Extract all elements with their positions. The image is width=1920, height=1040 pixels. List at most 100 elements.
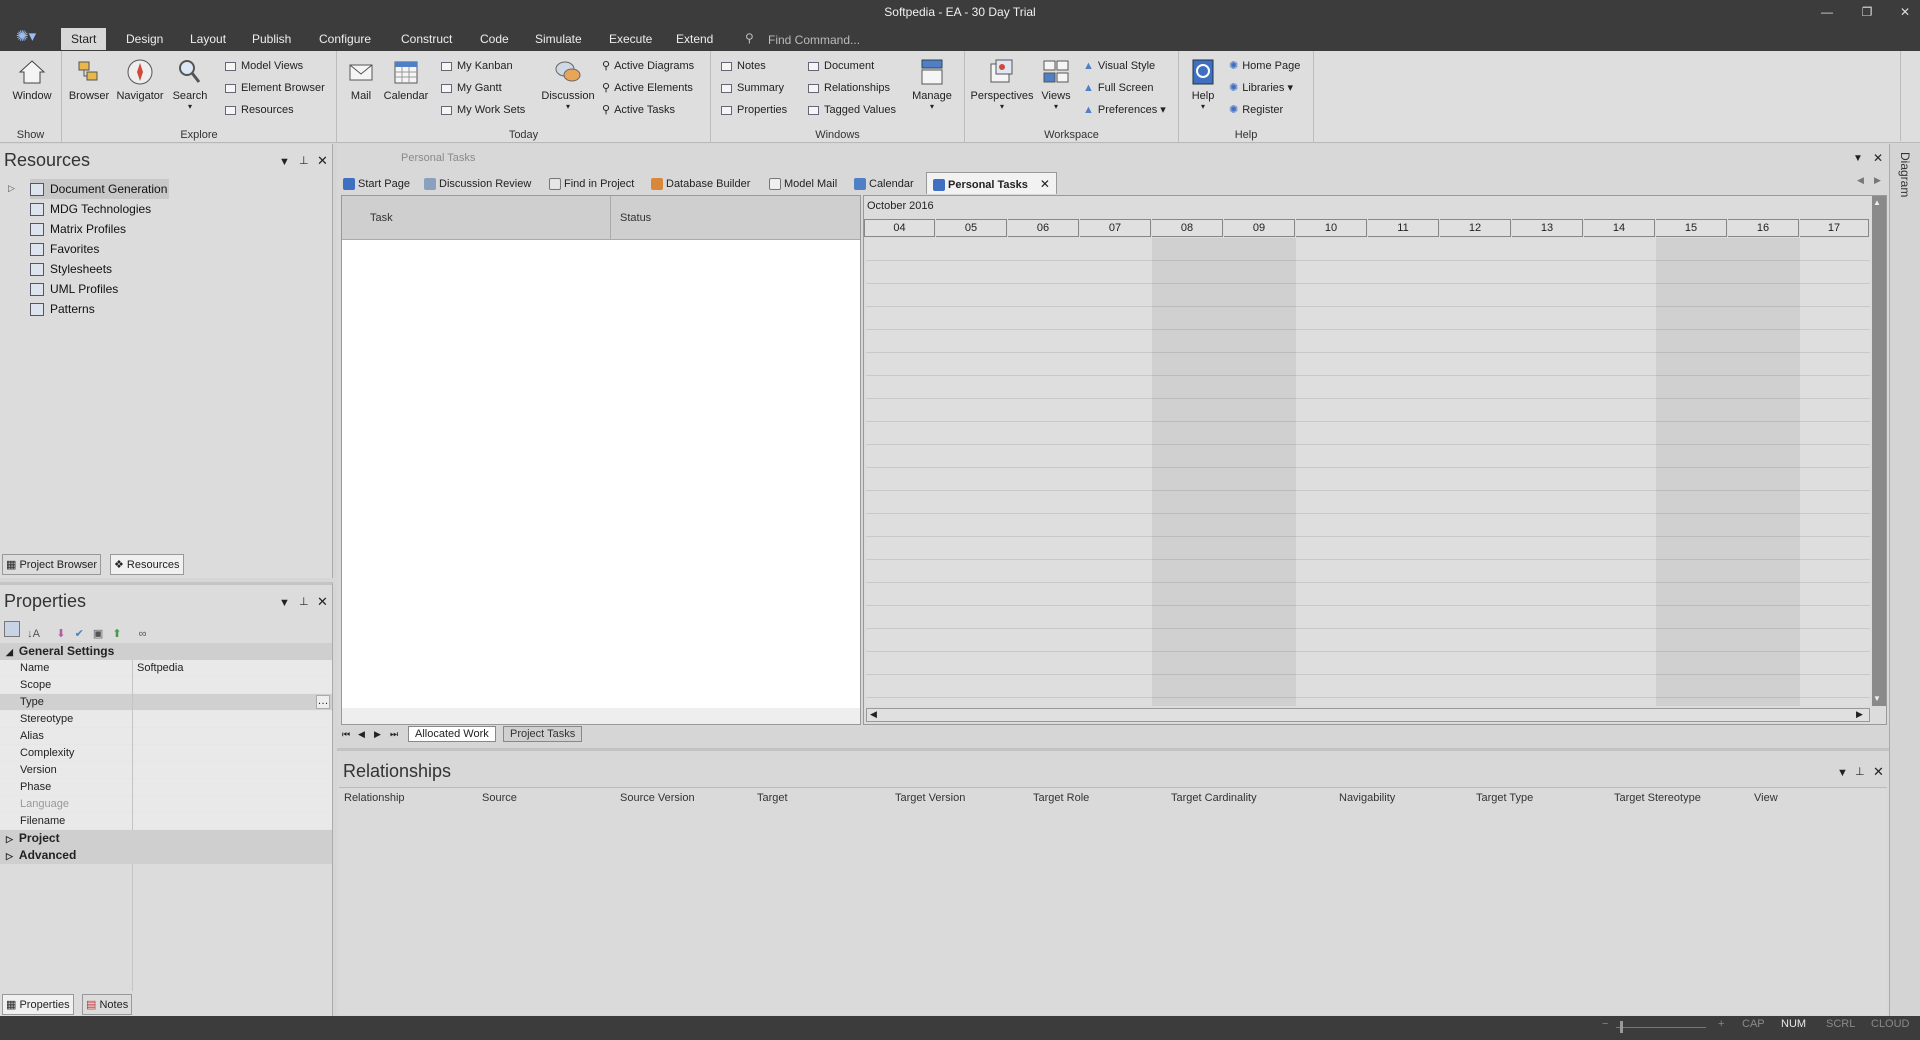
link-icon[interactable]: ∞ (139, 628, 147, 640)
app-menu-icon[interactable]: ✺▾ (16, 27, 42, 47)
preferences-button[interactable]: ▲ Preferences ▾ (1083, 101, 1166, 119)
scroll-right-icon[interactable]: ▶ (1856, 709, 1863, 720)
tab-project-browser[interactable]: ▦ Project Browser (2, 554, 102, 575)
tab-extend[interactable]: Extend (666, 28, 723, 50)
summary-button[interactable]: Summary (721, 79, 784, 97)
tab-calendar[interactable]: Calendar (854, 174, 914, 194)
my-gantt-button[interactable]: My Gantt (441, 79, 502, 97)
zoom-slider[interactable] (1616, 1027, 1706, 1028)
tree-item-stylesheets[interactable]: Stylesheets (30, 259, 112, 279)
find-command-input[interactable]: Find Command... (768, 33, 860, 47)
property-row-phase[interactable]: Phase (0, 779, 332, 796)
my-work-sets-button[interactable]: My Work Sets (441, 101, 525, 119)
active-diagrams-button[interactable]: ⚲ Active Diagrams (602, 57, 694, 75)
check-icon[interactable]: ✔ (75, 628, 84, 640)
tab-configure[interactable]: Configure (309, 28, 381, 50)
panel-menu-icon[interactable]: ▼ (1837, 767, 1848, 779)
discussion-button[interactable]: Discussion ▾ (540, 57, 596, 111)
search-button[interactable]: Search ▾ (170, 57, 210, 111)
project-category[interactable]: ▷ Project (0, 830, 332, 847)
sheet-last-icon[interactable]: ⏭ (390, 729, 398, 740)
calendar-button[interactable]: Calendar (381, 57, 431, 102)
rel-col-target[interactable]: Target (757, 792, 788, 804)
rel-col-target-role[interactable]: Target Role (1033, 792, 1089, 804)
tab-allocated-work[interactable]: Allocated Work (408, 726, 496, 742)
property-row-language[interactable]: Language (0, 796, 332, 813)
rel-col-navigability[interactable]: Navigability (1339, 792, 1395, 804)
calendar-vscroll[interactable] (1872, 196, 1886, 706)
tree-item-matrix-profiles[interactable]: Matrix Profiles (30, 219, 126, 239)
up-arrow-icon[interactable]: ⬆ (112, 628, 121, 640)
tab-scroll-left-icon[interactable]: ◀ (1857, 175, 1864, 186)
tab-database-builder[interactable]: Database Builder (651, 174, 750, 194)
document-button[interactable]: Document (808, 57, 874, 75)
tree-item-patterns[interactable]: Patterns (30, 299, 95, 319)
tree-item-uml-profiles[interactable]: UML Profiles (30, 279, 118, 299)
resources-button[interactable]: Resources (225, 101, 294, 119)
sort-az-icon[interactable]: ↓A (27, 628, 39, 640)
tab-start-page[interactable]: Start Page (343, 174, 410, 194)
close-panel-icon[interactable]: ✕ (317, 153, 328, 169)
sheet-first-icon[interactable]: ⏮ (342, 729, 350, 740)
tab-start[interactable]: Start (61, 28, 107, 50)
property-row-alias[interactable]: Alias (0, 728, 332, 745)
tab-personal-tasks[interactable]: Personal Tasks ✕ (926, 172, 1057, 194)
window-button[interactable]: Window (8, 57, 56, 102)
rel-col-source[interactable]: Source (482, 792, 517, 804)
tab-publish[interactable]: Publish (242, 28, 301, 50)
property-row-version[interactable]: Version (0, 762, 332, 779)
my-kanban-button[interactable]: My Kanban (441, 57, 513, 75)
tree-expander-icon[interactable]: ▷ (8, 183, 15, 194)
rel-col-target-stereotype[interactable]: Target Stereotype (1614, 792, 1701, 804)
general-settings-category[interactable]: ◢ General Settings (0, 643, 332, 660)
ellipsis-button[interactable]: … (316, 695, 330, 709)
down-arrow-icon[interactable]: ⬇ (56, 628, 65, 640)
active-elements-button[interactable]: ⚲ Active Elements (602, 79, 693, 97)
tab-code[interactable]: Code (470, 28, 519, 50)
close-window-icon[interactable]: ✕ (1890, 2, 1920, 22)
rel-col-view[interactable]: View (1754, 792, 1778, 804)
tab-construct[interactable]: Construct (391, 28, 462, 50)
rel-col-source-version[interactable]: Source Version (620, 792, 695, 804)
visual-style-button[interactable]: ▲ Visual Style (1083, 57, 1155, 75)
tab-design[interactable]: Design (116, 28, 173, 50)
tree-item-favorites[interactable]: Favorites (30, 239, 99, 259)
close-panel-icon[interactable]: ✕ (1873, 764, 1884, 780)
scroll-up-icon[interactable]: ▲ (1873, 198, 1881, 207)
calendar-hscroll[interactable] (866, 708, 1870, 722)
rel-col-target-type[interactable]: Target Type (1476, 792, 1533, 804)
pin-icon[interactable]: ⊥ (1855, 765, 1865, 778)
document-menu-icon[interactable]: ▼ (1853, 153, 1863, 164)
manage-button[interactable]: Manage ▾ (907, 57, 957, 111)
tab-project-tasks[interactable]: Project Tasks (503, 726, 583, 742)
property-row-filename[interactable]: Filename (0, 813, 332, 830)
libraries-button[interactable]: ✺ Libraries ▾ (1229, 79, 1293, 97)
sheet-next-icon[interactable]: ▶ (374, 729, 381, 740)
mail-button[interactable]: Mail (343, 57, 379, 102)
tab-model-mail[interactable]: Model Mail (769, 174, 837, 194)
tree-item-document-generation[interactable]: Document Generation (30, 179, 170, 199)
close-tab-icon[interactable]: ✕ (1040, 177, 1050, 191)
ribbon-collapse-icon[interactable] (1900, 51, 1920, 141)
tab-properties[interactable]: ▦ Properties (2, 994, 74, 1015)
active-tasks-button[interactable]: ⚲ Active Tasks (602, 101, 675, 119)
status-column-header[interactable]: Status (620, 212, 651, 224)
property-row-complexity[interactable]: Complexity (0, 745, 332, 762)
diagram-sidebar-tab[interactable]: Diagram (1898, 152, 1912, 197)
zoom-thumb[interactable] (1620, 1021, 1623, 1033)
notes-button[interactable]: Notes (721, 57, 766, 75)
tab-find-in-project[interactable]: Find in Project (549, 174, 634, 194)
advanced-category[interactable]: ▷ Advanced (0, 847, 332, 864)
tab-execute[interactable]: Execute (599, 28, 662, 50)
rel-col-target-version[interactable]: Target Version (895, 792, 965, 804)
browser-button[interactable]: Browser (68, 57, 110, 102)
pin-icon[interactable]: ⊥ (299, 154, 309, 167)
zoom-out-icon[interactable]: − (1602, 1018, 1608, 1030)
tab-resources[interactable]: ❖ Resources (110, 554, 184, 575)
model-views-button[interactable]: Model Views (225, 57, 303, 75)
full-screen-button[interactable]: ▲ Full Screen (1083, 79, 1154, 97)
rel-col-relationship[interactable]: Relationship (344, 792, 405, 804)
scroll-down-icon[interactable]: ▼ (1873, 694, 1881, 703)
apply-icon[interactable]: ▣ (93, 628, 103, 640)
navigator-button[interactable]: Navigator (114, 57, 166, 102)
